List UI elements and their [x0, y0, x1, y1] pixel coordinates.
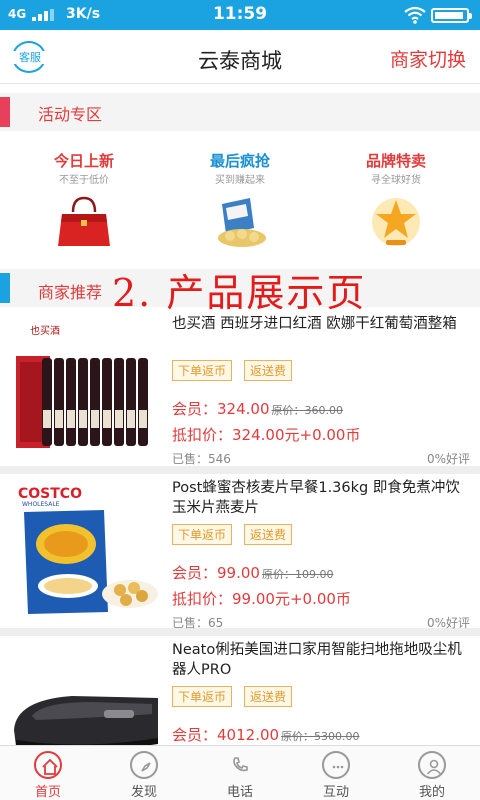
- nav-label: 我的: [418, 785, 445, 800]
- wifi-icon: [404, 6, 426, 24]
- member-price: 99.00: [217, 564, 260, 582]
- chat-icon: [322, 751, 350, 779]
- brand-logo-text: 也买酒: [30, 324, 60, 337]
- app-header: 客服 云泰商城 商家切换: [0, 30, 480, 84]
- snack-box-icon: [218, 198, 266, 247]
- deduct-price: 324.00元+0.00币: [232, 426, 361, 444]
- phone-icon: [226, 751, 254, 779]
- member-price: 324.00: [217, 400, 270, 418]
- battery-icon: [431, 8, 472, 23]
- bottom-nav: 首页 发现 电话 互动 我的: [0, 745, 480, 800]
- rating: 0%好评: [426, 616, 470, 630]
- deduct-label: 抵扣价：: [172, 426, 233, 444]
- product-tags: 下单返币 返送费: [172, 360, 304, 381]
- member-price-row: 会员：4012.00 原价：5300.00: [172, 724, 360, 745]
- nav-label: 电话: [226, 785, 253, 800]
- deduct-label: 抵扣价：: [172, 590, 233, 608]
- rating: 0%好评: [426, 452, 470, 466]
- brand-logo-text: COSTCO: [18, 486, 82, 502]
- product-card[interactable]: COSTCO WHOLESALE Post蜂蜜杏核麦片早餐1.36kg 即食免煮…: [0, 474, 480, 636]
- tag-cashback: 下单返币: [172, 686, 233, 707]
- promo-brand-sale[interactable]: 品牌特卖 寻全球好货: [336, 150, 456, 250]
- deduct-price-row: 抵扣价：324.00元+0.00币: [172, 424, 360, 445]
- tag-return-shipping: 返送费: [244, 686, 293, 707]
- original-price: 原价：360.00: [271, 404, 344, 417]
- promo-title: 最后疯抢: [209, 152, 270, 170]
- nav-discover[interactable]: 发现: [96, 746, 192, 800]
- member-price-row: 会员：324.00 原价：360.00: [172, 398, 343, 419]
- promo-last-rush[interactable]: 最后疯抢 买到赚起来: [180, 150, 300, 250]
- product-name[interactable]: 也买酒 西班牙进口红酒 欧娜干红葡萄酒整箱: [172, 314, 472, 334]
- tag-cashback: 下单返币: [172, 524, 233, 545]
- promo-subtitle: 不至于低价: [59, 175, 109, 186]
- tag-cashback: 下单返币: [172, 360, 233, 381]
- user-icon: [418, 751, 446, 779]
- recommend-section-title: 商家推荐: [38, 283, 103, 302]
- activity-section-title: 活动专区: [38, 105, 103, 124]
- sold-count: 已售：65: [172, 616, 224, 630]
- promo-new-today[interactable]: 今日上新 不至于低价: [24, 150, 144, 250]
- product-tags: 下单返币 返送费: [172, 524, 304, 545]
- wine-case-image: 也买酒: [12, 318, 160, 456]
- promo-subtitle: 寻全球好货: [371, 175, 421, 186]
- promo-subtitle: 买到赚起来: [215, 175, 265, 186]
- promo-title: 今日上新: [53, 152, 114, 170]
- nav-label: 互动: [322, 785, 349, 800]
- member-label: 会员：: [172, 400, 218, 418]
- tag-return-shipping: 返送费: [244, 360, 293, 381]
- nav-label: 发现: [130, 785, 157, 800]
- original-price: 原价：109.00: [261, 568, 334, 581]
- nav-home[interactable]: 首页: [0, 746, 96, 800]
- home-icon: [34, 751, 62, 779]
- cereal-box-image: COSTCO WHOLESALE: [12, 482, 160, 620]
- nav-interact[interactable]: 互动: [288, 746, 384, 800]
- member-label: 会员：: [172, 726, 218, 744]
- section-accent-bar: [0, 273, 10, 303]
- member-label: 会员：: [172, 564, 218, 582]
- nav-label: 首页: [34, 785, 61, 800]
- original-price: 原价：5300.00: [281, 730, 360, 743]
- overlay-caption: 2. 产品展示页: [112, 271, 367, 315]
- sold-count: 已售：546: [172, 452, 231, 466]
- deduct-price: 99.00元+0.00币: [232, 590, 351, 608]
- nav-mine[interactable]: 我的: [384, 746, 480, 800]
- red-handbag-icon: [58, 196, 110, 246]
- product-card[interactable]: 也买酒 也买酒 西班牙进口红酒 欧娜干红葡萄酒整箱 下单返币 返送费 会员：324…: [0, 310, 480, 474]
- product-tags: 下单返币 返送费: [172, 686, 304, 707]
- member-price-row: 会员：99.00 原价：109.00: [172, 562, 333, 583]
- promo-title: 品牌特卖: [365, 152, 426, 170]
- deduct-price-row: 抵扣价：99.00元+0.00币: [172, 588, 351, 609]
- compass-icon: [130, 751, 158, 779]
- activity-section-header: 活动专区: [0, 93, 480, 131]
- product-name[interactable]: Post蜂蜜杏核麦片早餐1.36kg 即食免煮冲饮玉米片燕麦片: [172, 478, 472, 518]
- product-name[interactable]: Neato俐拓美国进口家用智能扫地拖地吸尘机器人PRO: [172, 640, 472, 680]
- section-accent-bar: [0, 97, 10, 127]
- status-bar: 4G 3K/s 11:59: [0, 0, 480, 30]
- merchant-switch-button[interactable]: 商家切换: [390, 45, 466, 72]
- member-price: 4012.00: [217, 726, 280, 744]
- gold-badge-icon: [372, 198, 420, 246]
- brand-logo-subtext: WHOLESALE: [22, 501, 60, 508]
- tag-return-shipping: 返送费: [244, 524, 293, 545]
- nav-phone[interactable]: 电话: [192, 746, 288, 800]
